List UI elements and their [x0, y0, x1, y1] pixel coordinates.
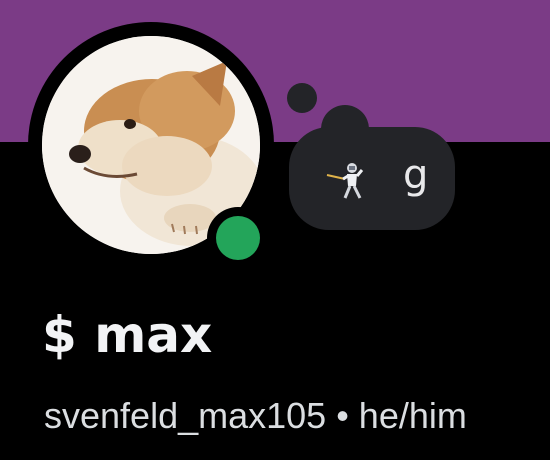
custom-status-text: g [403, 151, 429, 198]
separator-dot: • [336, 395, 349, 436]
fencer-icon [325, 157, 369, 201]
online-status-ring [207, 207, 269, 269]
thought-bubble-dot-small [287, 83, 317, 113]
profile-subline: svenfeld_max105 • he/him [44, 396, 467, 436]
online-status-icon [216, 216, 260, 260]
custom-status-bubble[interactable]: g [289, 127, 455, 230]
username: svenfeld_max105 [44, 395, 327, 436]
display-name: $ max [42, 306, 213, 364]
pronouns: he/him [358, 395, 467, 436]
profile-card: g $ max svenfeld_max105 • he/him [0, 0, 550, 460]
